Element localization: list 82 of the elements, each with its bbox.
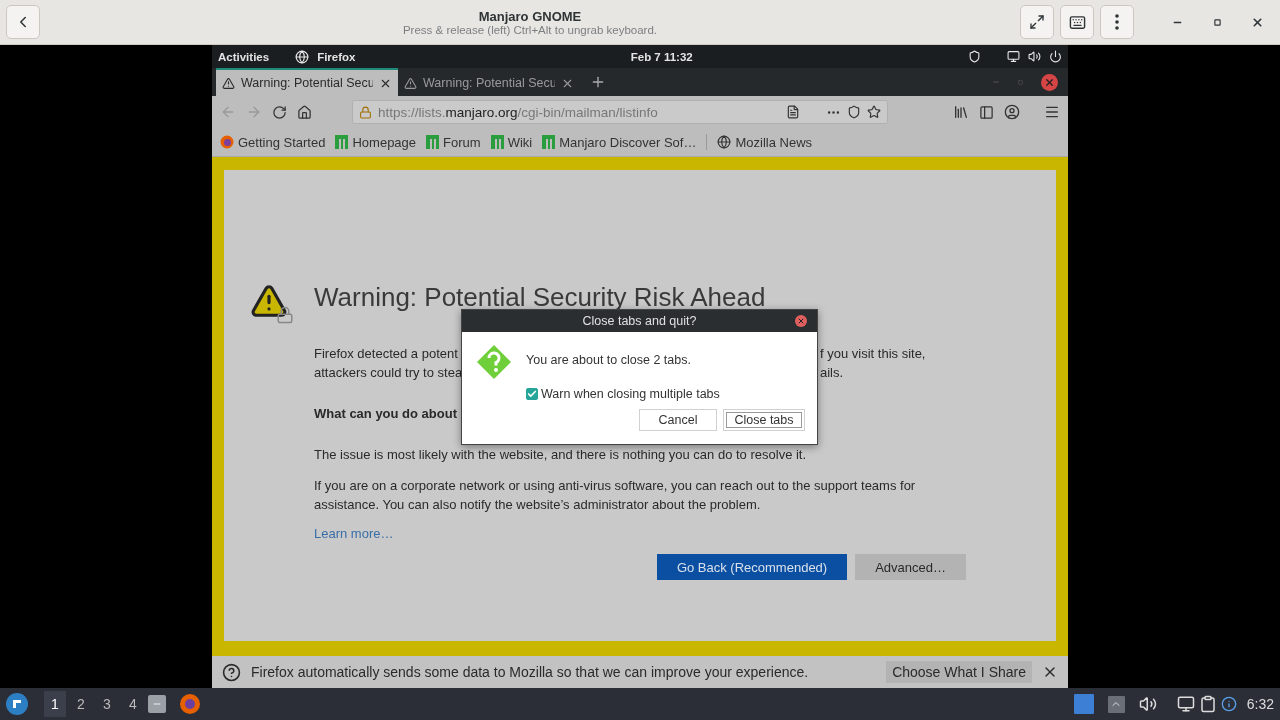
library-icon[interactable]	[953, 104, 969, 120]
workspace-button[interactable]: 1	[44, 691, 66, 717]
tray-up-icon[interactable]	[1107, 695, 1125, 713]
browser-tab[interactable]: Warning: Potential Secu	[398, 68, 580, 96]
account-icon[interactable]	[1004, 104, 1020, 120]
maximize-icon	[1213, 18, 1221, 26]
reload-icon[interactable]	[272, 104, 287, 120]
checkbox-label: Warn when closing multiple tabs	[541, 387, 720, 401]
close-tabs-button[interactable]: Close tabs	[723, 409, 805, 431]
close-icon	[1250, 15, 1264, 29]
manjaro-icon	[335, 135, 349, 149]
app-menu[interactable]: Firefox	[317, 50, 356, 63]
clock[interactable]: Feb 7 11:32	[630, 50, 693, 63]
go-back-button[interactable]: Go Back (Recommended)	[656, 554, 848, 580]
activities-button[interactable]: Activities	[218, 50, 270, 63]
notification-text: Firefox automatically sends some data to Mozilla so that we can improve your experience.	[251, 664, 810, 680]
dialog-title: Close tabs and quit?	[582, 314, 697, 328]
clock: 6:32	[1246, 696, 1274, 712]
monitor-icon[interactable]	[1007, 50, 1020, 63]
checkbox[interactable]	[526, 388, 538, 400]
workspace-button[interactable]: 3	[96, 691, 118, 717]
globe-icon	[717, 135, 732, 149]
close-icon[interactable]	[795, 315, 807, 327]
volume-icon[interactable]	[1028, 50, 1041, 63]
question-icon	[476, 344, 512, 380]
paragraph-fragment: Firefox detected a potent	[314, 345, 458, 363]
sidebar-icon[interactable]	[979, 104, 994, 120]
manjaro-icon	[542, 135, 556, 149]
paragraph-fragment: f you visit this site,	[820, 345, 926, 363]
star-icon[interactable]	[867, 105, 881, 119]
keyboard-icon	[1068, 13, 1086, 31]
workspace-button[interactable]: 4	[122, 691, 144, 717]
section-heading: What can you do about	[314, 406, 457, 421]
warning-icon	[222, 76, 235, 90]
new-tab-icon[interactable]	[590, 74, 606, 90]
bookmark[interactable]: Manjaro Discover Sof…	[542, 134, 697, 150]
bookmark[interactable]: Homepage	[335, 134, 417, 150]
tab-label: Warning: Potential Secu	[423, 76, 555, 90]
window-title: Manjaro GNOME	[478, 8, 582, 24]
bookmark[interactable]: Getting Started	[220, 134, 326, 150]
warning-icon	[404, 76, 417, 90]
lock-icon	[359, 105, 372, 119]
paragraph: If you are on a corporate network or using anti-virus software, you can reach out to the support teams for assistance. You can also notify the website’s administrator about the problem.	[314, 477, 917, 514]
browser-tab[interactable]: Warning: Potential Secu	[216, 68, 398, 96]
dialog-message: You are about to close 2 tabs.	[526, 353, 692, 367]
clipboard-icon[interactable]	[1198, 695, 1217, 713]
manjaro-icon	[426, 135, 440, 149]
notification-icon[interactable]	[1220, 696, 1237, 712]
desktop-icon[interactable]	[1073, 694, 1094, 714]
bookmark[interactable]: Wiki	[490, 134, 533, 150]
bookmark[interactable]: Mozilla News	[717, 134, 813, 150]
window-subtitle: Press & release (left) Ctrl+Alt to ungrab keyboard.	[402, 23, 658, 36]
manjaro-logo-icon[interactable]	[6, 693, 28, 715]
advanced-button[interactable]: Advanced…	[855, 554, 966, 580]
paragraph-fragment: ails.	[820, 364, 844, 382]
lock-icon	[276, 306, 294, 324]
expand-icon	[1029, 14, 1045, 30]
bookmark[interactable]: Forum	[426, 134, 481, 150]
volume-icon[interactable]	[1138, 695, 1157, 713]
x-icon	[1044, 76, 1055, 88]
warning-icon	[250, 282, 288, 320]
fullscreen-button[interactable]	[1020, 5, 1054, 39]
menu-icon[interactable]	[1044, 104, 1060, 120]
tab-label: Warning: Potential Secu	[241, 76, 373, 90]
cancel-button[interactable]: Cancel	[639, 409, 717, 431]
power-icon[interactable]	[1049, 50, 1062, 63]
paragraph-fragment: attackers could try to stea	[314, 364, 463, 382]
manjaro-icon	[490, 135, 504, 149]
address-bar[interactable]: https://lists.manjaro.org/cgi-bin/mailman/listinfo	[352, 100, 888, 124]
dots-icon	[1115, 14, 1119, 30]
choose-button[interactable]: Choose What I Share	[886, 661, 1032, 683]
keyboard-button[interactable]	[1060, 5, 1094, 39]
reader-icon[interactable]	[786, 105, 800, 119]
x-icon	[797, 317, 805, 325]
help-icon	[222, 662, 241, 682]
workspace-button[interactable]: 2	[70, 691, 92, 717]
menu-button[interactable]	[1100, 5, 1134, 39]
page-title: Warning: Potential Security Risk Ahead	[314, 282, 766, 312]
close-icon[interactable]	[1041, 73, 1058, 91]
shield-icon[interactable]	[968, 50, 981, 63]
paragraph: The issue is most likely with the website, and there is nothing you can do to resolve it.	[314, 446, 808, 464]
home-icon[interactable]	[297, 104, 312, 120]
